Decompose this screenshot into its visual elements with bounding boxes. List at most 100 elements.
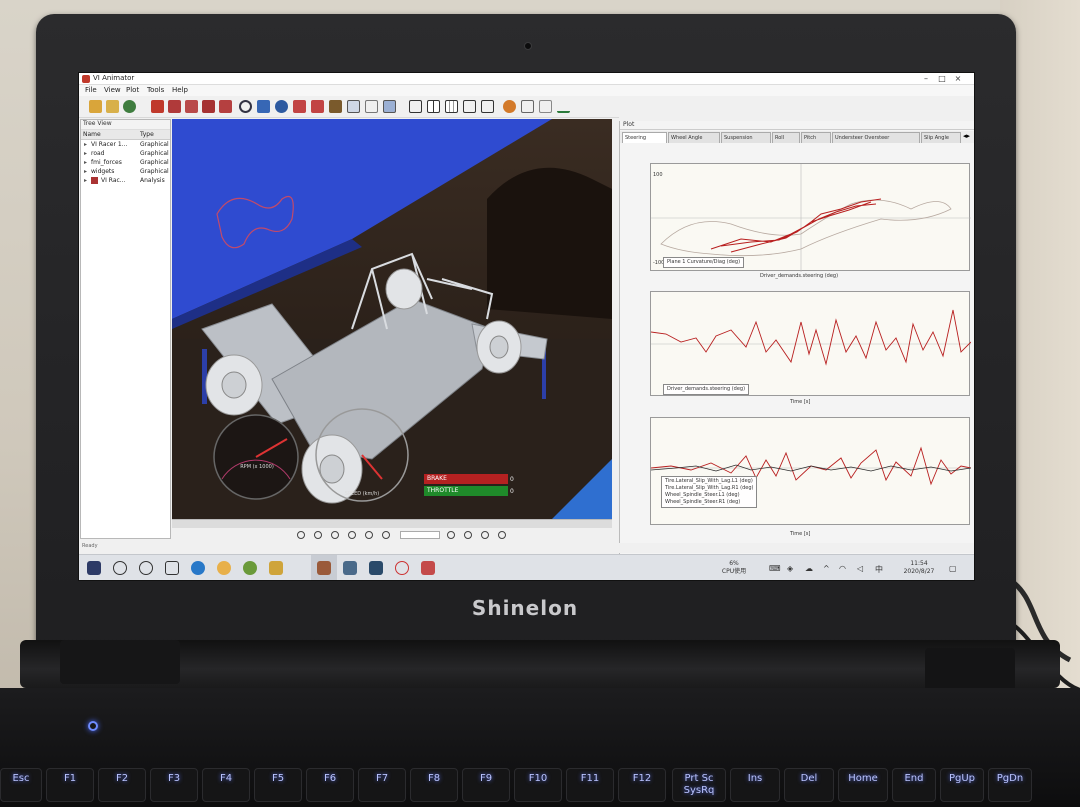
- menu-tools[interactable]: Tools: [147, 86, 164, 94]
- key-f9[interactable]: F9: [462, 768, 510, 802]
- tray-cpu[interactable]: 6% CPU使用: [719, 560, 749, 576]
- key-f7[interactable]: F7: [358, 768, 406, 802]
- pause-icon[interactable]: [365, 531, 373, 539]
- key-f6[interactable]: F6: [306, 768, 354, 802]
- folder-icon[interactable]: [106, 100, 119, 113]
- network-icon[interactable]: ◈: [787, 564, 793, 573]
- viewport-scrollbar[interactable]: [172, 519, 612, 528]
- expand-arrow-icon[interactable]: ▸: [84, 168, 87, 175]
- key-f1[interactable]: F1: [46, 768, 94, 802]
- ime-icon[interactable]: 中: [875, 564, 883, 575]
- key-f12[interactable]: F12: [618, 768, 666, 802]
- stop-icon[interactable]: [382, 531, 390, 539]
- windows-start-icon[interactable]: [87, 561, 101, 575]
- volume-icon[interactable]: ◁: [857, 564, 863, 573]
- step-back-icon[interactable]: [314, 531, 322, 539]
- key-home[interactable]: Home: [838, 768, 888, 802]
- tab-scroll-icon[interactable]: ◂▸: [963, 132, 970, 140]
- tree-row[interactable]: ▸ fmi_forces Graphical: [81, 158, 170, 167]
- key-f5[interactable]: F5: [254, 768, 302, 802]
- tab-steering[interactable]: Steering: [622, 132, 667, 143]
- expand-arrow-icon[interactable]: ▸: [84, 141, 87, 148]
- 3d-viewport[interactable]: RPM (x 1000) SPEED (km/h) BRAKE THROTTLE…: [172, 119, 612, 519]
- play-icon[interactable]: [348, 531, 356, 539]
- browser-icon[interactable]: [243, 561, 257, 575]
- expand-arrow-icon[interactable]: ▸: [84, 159, 87, 166]
- pencil-icon[interactable]: [329, 100, 342, 113]
- explorer-icon[interactable]: [343, 561, 357, 575]
- rotate-icon[interactable]: [239, 100, 252, 113]
- expand-arrow-icon[interactable]: ▸: [84, 150, 87, 157]
- plot-steering-curvature[interactable]: 100 -100 Plane 1 Curvature/Diag (deg): [650, 163, 971, 272]
- step-forward-icon[interactable]: [464, 531, 472, 539]
- car-front-icon[interactable]: [168, 100, 181, 113]
- play-end-icon[interactable]: [481, 531, 489, 539]
- tab-suspension[interactable]: Suspension: [721, 132, 771, 143]
- palette-icon[interactable]: [503, 100, 516, 113]
- key-f11[interactable]: F11: [566, 768, 614, 802]
- grid-options-icon[interactable]: [539, 100, 552, 113]
- loop-icon[interactable]: [498, 531, 506, 539]
- vi-animator-task-icon[interactable]: [317, 561, 331, 575]
- onedrive-icon[interactable]: ☁: [805, 564, 813, 573]
- tree-row[interactable]: ▸ VI Rac... Analysis: [81, 176, 170, 185]
- menu-plot[interactable]: Plot: [126, 86, 139, 94]
- app-window-icon[interactable]: [369, 561, 383, 575]
- key-f8[interactable]: F8: [410, 768, 458, 802]
- record-icon[interactable]: [151, 100, 164, 113]
- column-type[interactable]: Type: [140, 131, 154, 138]
- key-end[interactable]: End: [892, 768, 936, 802]
- tree-row[interactable]: ▸ VI Racer 1... Graphical: [81, 140, 170, 149]
- close-button[interactable]: ×: [951, 73, 965, 85]
- tab-pitch[interactable]: Pitch: [801, 132, 831, 143]
- fit-icon[interactable]: [293, 100, 306, 113]
- refresh-icon[interactable]: [123, 100, 136, 113]
- car-side-icon[interactable]: [185, 100, 198, 113]
- search-icon[interactable]: [113, 561, 127, 575]
- signal-icon[interactable]: [557, 100, 570, 113]
- key-pgdn[interactable]: PgDn: [988, 768, 1032, 802]
- key-f3[interactable]: F3: [150, 768, 198, 802]
- wifi-icon[interactable]: ◠: [839, 564, 846, 573]
- layout-grid-icon[interactable]: [463, 100, 476, 113]
- key-prtsc[interactable]: Prt Sc SysRq: [672, 768, 726, 802]
- keyboard-icon[interactable]: ⌨: [769, 564, 781, 573]
- red-app-icon[interactable]: [395, 561, 409, 575]
- key-del[interactable]: Del: [784, 768, 834, 802]
- tab-wheel-angle[interactable]: Wheel Angle: [668, 132, 720, 143]
- minimize-button[interactable]: –: [919, 73, 933, 85]
- store-icon[interactable]: [269, 561, 283, 575]
- key-f10[interactable]: F10: [514, 768, 562, 802]
- expand-icon[interactable]: [311, 100, 324, 113]
- layout-three-icon[interactable]: [445, 100, 458, 113]
- car-top-icon[interactable]: [219, 100, 232, 113]
- chrome-icon[interactable]: [217, 561, 231, 575]
- key-f4[interactable]: F4: [202, 768, 250, 802]
- chart-icon[interactable]: [521, 100, 534, 113]
- menu-file[interactable]: File: [85, 86, 97, 94]
- box-icon[interactable]: [383, 100, 396, 113]
- rewind-icon[interactable]: [331, 531, 339, 539]
- tray-clock[interactable]: 11:54 2020/8/27: [897, 560, 941, 576]
- play-start-icon[interactable]: [297, 531, 305, 539]
- plot-steering-time[interactable]: Driver_demands.steering (deg): [650, 291, 971, 396]
- chevron-up-icon[interactable]: ^: [823, 564, 830, 573]
- layout-four-icon[interactable]: [481, 100, 494, 113]
- key-pgup[interactable]: PgUp: [940, 768, 984, 802]
- key-esc[interactable]: Esc: [0, 768, 42, 802]
- tree-row[interactable]: ▸ widgets Graphical: [81, 167, 170, 176]
- tab-understeer-oversteer[interactable]: Understeer Oversteer: [832, 132, 920, 143]
- maximize-button[interactable]: □: [935, 73, 949, 85]
- open-icon[interactable]: [89, 100, 102, 113]
- expand-arrow-icon[interactable]: ▸: [84, 177, 87, 184]
- zoom-icon[interactable]: [275, 100, 288, 113]
- cube-icon[interactable]: [347, 100, 360, 113]
- car-rear-icon[interactable]: [202, 100, 215, 113]
- cortana-icon[interactable]: [139, 561, 153, 575]
- tab-roll[interactable]: Roll: [772, 132, 800, 143]
- key-ins[interactable]: Ins: [730, 768, 780, 802]
- menu-help[interactable]: Help: [172, 86, 188, 94]
- power-icon[interactable]: [88, 721, 98, 731]
- move-icon[interactable]: [257, 100, 270, 113]
- notification-icon[interactable]: ▢: [949, 564, 957, 573]
